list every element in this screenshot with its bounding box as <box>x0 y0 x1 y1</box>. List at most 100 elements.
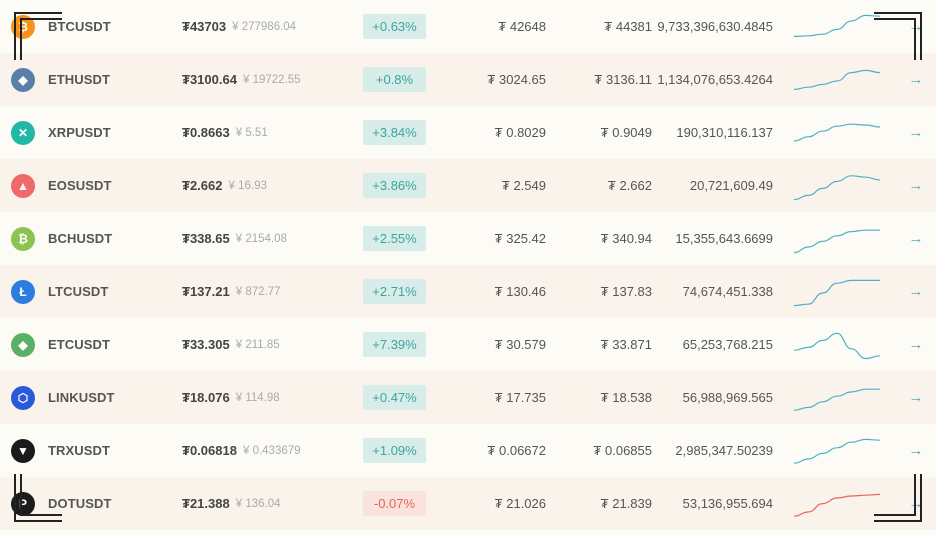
usdt-symbol: ₮ <box>182 284 190 299</box>
change-badge: +2.71% <box>363 279 426 304</box>
usdt-symbol: ₮ <box>600 390 609 405</box>
high-value: 340.94 <box>612 231 652 246</box>
market-row[interactable]: ⬡ LINKUSDT ₮ 18.076 ¥ 114.98 +0.47% ₮ 17.735 ₮ … <box>0 371 936 424</box>
low-price: ₮ 325.42 <box>495 212 546 265</box>
change-badge: +0.8% <box>363 67 426 92</box>
high-price: ₮ 3136.11 <box>594 53 652 106</box>
market-row[interactable]: ▲ EOSUSDT ₮ 2.662 ¥ 16.93 +3.86% ₮ 2.549 ₮ 2.66… <box>0 159 936 212</box>
usdt-symbol: ₮ <box>494 125 503 140</box>
sparkline-chart <box>794 69 880 90</box>
market-row[interactable]: ▼ TRXUSDT ₮ 0.06818 ¥ 0.433679 +1.09% ₮ 0.0667… <box>0 424 936 477</box>
volume: 9,733,396,630.4845 <box>657 19 773 34</box>
ethereum-icon: ◆ <box>11 68 35 92</box>
usdt-symbol: ₮ <box>182 443 190 458</box>
low-value: 130.46 <box>506 284 546 299</box>
usdt-symbol: ₮ <box>607 178 616 193</box>
low-value: 2.549 <box>513 178 546 193</box>
arrow-right-icon[interactable]: → <box>905 226 927 251</box>
market-row[interactable]: ₿ BCHUSDT ₮ 338.65 ¥ 2154.08 +2.55% ₮ 325.42 ₮ … <box>0 212 936 265</box>
cny-value: 277986.04 <box>241 20 297 33</box>
cny-symbol: ¥ <box>242 73 250 86</box>
cny-symbol: ¥ <box>235 126 243 139</box>
usdt-symbol: ₮ <box>600 125 609 140</box>
pair-name[interactable]: BTCUSDT <box>48 0 111 53</box>
market-row[interactable]: ✕ XRPUSDT ₮ 0.8663 ¥ 5.51 +3.84% ₮ 0.8029 ₮ 0.9… <box>0 106 936 159</box>
usdt-symbol: ₮ <box>494 337 503 352</box>
pair-name[interactable]: TRXUSDT <box>48 424 110 477</box>
usdt-symbol: ₮ <box>593 443 602 458</box>
high-price: ₮ 0.9049 <box>601 106 652 159</box>
high-price: ₮ 33.871 <box>601 318 652 371</box>
eos-icon: ▲ <box>11 174 35 198</box>
high-price: ₮ 21.839 <box>601 477 652 530</box>
sparkline-chart <box>794 493 880 517</box>
high-value: 0.9049 <box>612 125 652 140</box>
sparkline-chart <box>794 388 880 411</box>
low-price: ₮ 3024.65 <box>487 53 546 106</box>
last-price: ₮ 21.388 ¥ 136.04 <box>182 477 281 530</box>
pair-name[interactable]: LINKUSDT <box>48 371 115 424</box>
market-row[interactable]: P DOTUSDT ₮ 21.388 ¥ 136.04 -0.07% ₮ 21.026 ₮ 2… <box>0 477 936 530</box>
cny-symbol: ¥ <box>235 338 243 351</box>
market-row[interactable]: ₿ BTCUSDT ₮ 43703 ¥ 277986.04 +0.63% ₮ 42648 ₮ … <box>0 0 936 53</box>
usdt-symbol: ₮ <box>501 178 510 193</box>
arrow-right-icon[interactable]: → <box>905 332 927 357</box>
last-price: ₮ 338.65 ¥ 2154.08 <box>182 212 287 265</box>
volume: 53,136,955.694 <box>682 496 773 511</box>
sparkline-chart <box>794 175 880 201</box>
tron-icon: ▼ <box>11 439 35 463</box>
arrow-right-icon[interactable]: → <box>905 385 927 410</box>
cny-symbol: ¥ <box>235 285 243 298</box>
cny-symbol: ¥ <box>235 497 243 510</box>
arrow-right-icon[interactable]: → <box>905 173 927 198</box>
low-value: 30.579 <box>506 337 546 352</box>
market-table: ₿ BTCUSDT ₮ 43703 ¥ 277986.04 +0.63% ₮ 42648 ₮ … <box>0 0 936 530</box>
cny-value: 19722.55 <box>252 73 301 86</box>
cny-price: ¥ 277986.04 <box>232 21 296 33</box>
change-badge: +0.47% <box>363 385 426 410</box>
low-price: ₮ 17.735 <box>495 371 546 424</box>
price-value: 18.076 <box>189 390 230 405</box>
high-value: 3136.11 <box>605 72 652 87</box>
last-price: ₮ 43703 ¥ 277986.04 <box>182 0 296 53</box>
arrow-right-icon[interactable]: → <box>905 438 927 463</box>
pair-name[interactable]: LTCUSDT <box>48 265 108 318</box>
arrow-right-icon[interactable]: → <box>905 67 927 92</box>
bitcoin-cash-icon: ₿ <box>11 227 35 251</box>
usdt-symbol: ₮ <box>487 72 496 87</box>
volume: 2,985,347.50239 <box>675 443 773 458</box>
sparkline-path <box>794 14 880 37</box>
pair-name[interactable]: ETHUSDT <box>48 53 110 106</box>
pair-name[interactable]: ETCUSDT <box>48 318 110 371</box>
ripple-icon: ✕ <box>11 121 35 145</box>
volume: 190,310,116.137 <box>676 125 773 140</box>
cny-symbol: ¥ <box>235 232 243 245</box>
cny-price: ¥ 2154.08 <box>236 233 287 245</box>
cny-symbol: ¥ <box>232 20 239 33</box>
arrow-right-icon[interactable]: → <box>905 491 927 516</box>
usdt-symbol: ₮ <box>494 284 503 299</box>
arrow-right-icon[interactable]: → <box>905 279 927 304</box>
market-row[interactable]: ◆ ETHUSDT ₮ 3100.64 ¥ 19722.55 +0.8% ₮ 3024.65… <box>0 53 936 106</box>
sparkline-path <box>794 493 880 517</box>
pair-name[interactable]: BCHUSDT <box>48 212 112 265</box>
cny-price: ¥ 19722.55 <box>243 74 301 86</box>
usdt-symbol: ₮ <box>494 496 503 511</box>
pair-name[interactable]: EOSUSDT <box>48 159 112 212</box>
sparkline-path <box>794 69 880 90</box>
arrow-right-icon[interactable]: → <box>905 120 927 145</box>
litecoin-icon: Ł <box>11 280 35 304</box>
change-badge: +0.63% <box>363 14 426 39</box>
high-price: ₮ 137.83 <box>601 265 652 318</box>
pair-name[interactable]: XRPUSDT <box>48 106 111 159</box>
sparkline-path <box>794 175 880 201</box>
usdt-symbol: ₮ <box>600 231 609 246</box>
usdt-symbol: ₮ <box>182 125 190 140</box>
cny-price: ¥ 5.51 <box>236 127 268 139</box>
arrow-right-icon[interactable]: → <box>905 14 927 39</box>
market-row[interactable]: Ł LTCUSDT ₮ 137.21 ¥ 872.77 +2.71% ₮ 130.46 ₮ 1… <box>0 265 936 318</box>
pair-name[interactable]: DOTUSDT <box>48 477 112 530</box>
sparkline-chart <box>794 332 880 360</box>
usdt-symbol: ₮ <box>182 19 190 34</box>
market-row[interactable]: ◆ ETCUSDT ₮ 33.305 ¥ 211.85 +7.39% ₮ 30.579 ₮ 3… <box>0 318 936 371</box>
